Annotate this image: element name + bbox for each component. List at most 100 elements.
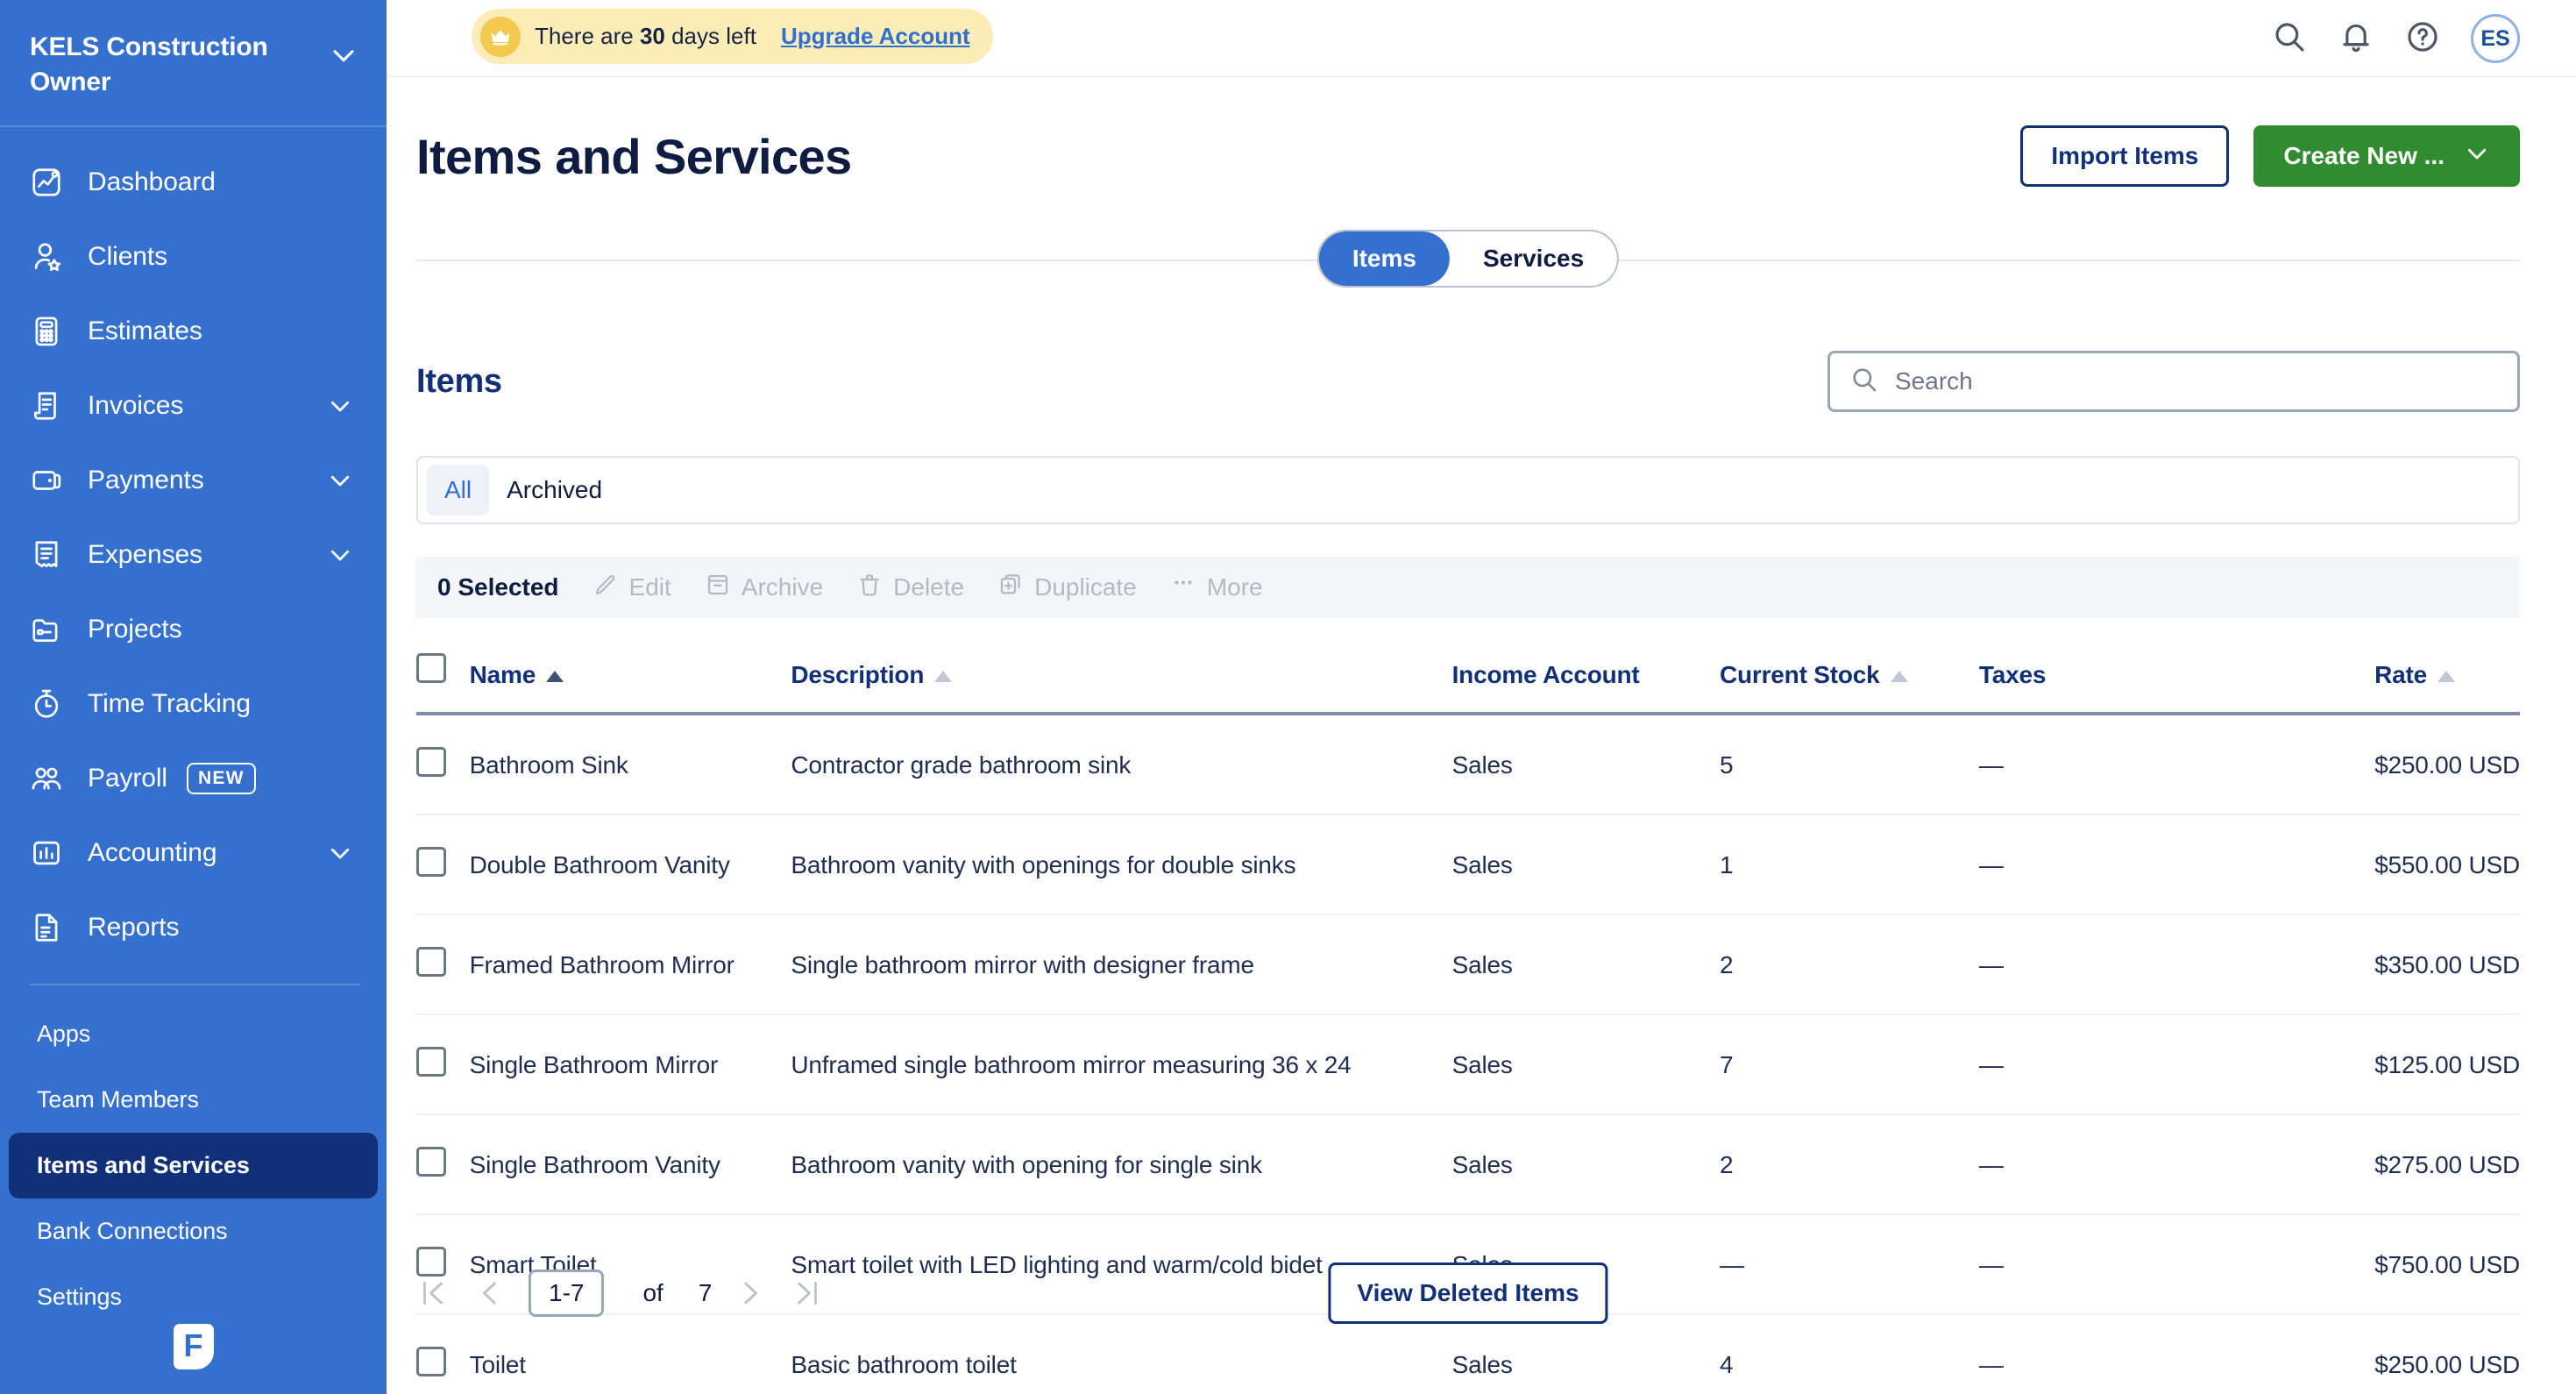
cell-taxes: — [1978, 1114, 2375, 1215]
sidebar-item-dashboard[interactable]: Dashboard [0, 145, 387, 219]
sidebar-item-apps[interactable]: Apps [9, 1001, 378, 1067]
sidebar-item-clients[interactable]: Clients [0, 219, 387, 294]
trial-prefix: There are [535, 23, 640, 49]
chevron-down-icon[interactable] [329, 40, 358, 70]
row-checkbox[interactable] [416, 1047, 446, 1077]
sidebar-item-reports[interactable]: Reports [0, 890, 387, 964]
sidebar-item-time-tracking[interactable]: Time Tracking [0, 666, 387, 741]
delete-action[interactable]: Delete [856, 572, 964, 604]
column-header-income-account[interactable]: Income Account [1451, 653, 1720, 715]
edit-action[interactable]: Edit [593, 572, 671, 604]
row-checkbox[interactable] [416, 1147, 446, 1177]
table-row[interactable]: Toilet Basic bathroom toilet Sales 4 — $… [416, 1314, 2520, 1394]
tab-items[interactable]: Items [1318, 231, 1450, 286]
row-checkbox[interactable] [416, 847, 446, 877]
help-icon[interactable] [2404, 18, 2441, 60]
column-header-description[interactable]: Description [791, 653, 1452, 715]
column-label: Name [469, 661, 536, 688]
sort-ascending-icon [1890, 671, 1908, 683]
invoices-icon [30, 389, 68, 423]
sidebar-item-team-members[interactable]: Team Members [9, 1067, 378, 1133]
chevron-down-icon[interactable] [327, 542, 353, 568]
view-deleted-items-button[interactable]: View Deleted Items [1328, 1262, 1608, 1324]
tab-services[interactable]: Services [1450, 231, 1617, 286]
sort-ascending-icon [2437, 671, 2455, 683]
table-row[interactable]: Double Bathroom Vanity Bathroom vanity w… [416, 814, 2520, 915]
row-checkbox[interactable] [416, 1347, 446, 1376]
sidebar-item-settings[interactable]: Settings [9, 1264, 378, 1330]
sidebar-item-bank-connections[interactable]: Bank Connections [9, 1198, 378, 1264]
row-select-cell [416, 1314, 470, 1394]
avatar[interactable]: ES [2471, 14, 2520, 63]
column-header-name[interactable]: Name [469, 653, 791, 715]
crown-icon [480, 16, 521, 57]
sidebar-item-estimates[interactable]: Estimates [0, 294, 387, 368]
trash-icon [856, 572, 883, 604]
payments-icon [30, 464, 68, 497]
sidebar-item-accounting[interactable]: Accounting [0, 815, 387, 890]
items-services-toggle: Items Services [1316, 230, 1620, 288]
create-new-label: Create New ... [2283, 142, 2445, 169]
page-header: Items and Services Import Items Create N… [387, 77, 2576, 187]
ellipsis-icon [1170, 572, 1196, 604]
archive-action[interactable]: Archive [705, 572, 823, 604]
chevron-down-icon[interactable] [327, 393, 353, 419]
page-first-icon[interactable] [416, 1277, 450, 1310]
column-header-current-stock[interactable]: Current Stock [1719, 653, 1979, 715]
search-input[interactable] [1895, 367, 2498, 395]
accounting-icon [30, 836, 68, 870]
sidebar-item-expenses[interactable]: Expenses [0, 517, 387, 592]
chevron-down-icon[interactable] [327, 467, 353, 494]
search-icon[interactable] [2271, 18, 2308, 60]
page-range-select[interactable]: 1-7 [529, 1270, 605, 1317]
page-last-icon[interactable] [791, 1277, 824, 1310]
row-checkbox[interactable] [416, 747, 446, 777]
cell-description: Single bathroom mirror with designer fra… [791, 914, 1452, 1015]
chevron-right-icon[interactable] [734, 1277, 768, 1310]
cell-income-account: Sales [1451, 1114, 1720, 1215]
sidebar-item-invoices[interactable]: Invoices [0, 368, 387, 443]
column-label: Income Account [1451, 661, 1640, 688]
duplicate-action[interactable]: Duplicate [997, 572, 1137, 604]
row-select-cell [416, 1014, 470, 1115]
sidebar-nav-main: Dashboard Clients Estimates Invoices Pay… [0, 127, 387, 964]
cell-income-account: Sales [1451, 914, 1720, 1015]
column-header-taxes[interactable]: Taxes [1978, 653, 2375, 715]
sidebar-item-label: Accounting [88, 837, 217, 867]
table-row[interactable]: Bathroom Sink Contractor grade bathroom … [416, 714, 2520, 815]
create-new-button[interactable]: Create New ... [2253, 125, 2520, 187]
bell-icon[interactable] [2338, 18, 2374, 60]
row-checkbox[interactable] [416, 947, 446, 977]
more-action[interactable]: More [1170, 572, 1263, 604]
sidebar-item-label: Estimates [88, 316, 202, 345]
section-header: Items [416, 351, 2520, 412]
org-switcher[interactable]: KELS Construction Owner [0, 0, 387, 128]
column-header-rate[interactable]: Rate [2374, 653, 2520, 715]
cell-rate: $350.00 USD [2374, 914, 2520, 1015]
row-select-cell [416, 914, 470, 1015]
filter-archived[interactable]: Archived [489, 465, 620, 516]
upgrade-account-link[interactable]: Upgrade Account [781, 23, 970, 50]
org-name: KELS Construction [30, 32, 268, 61]
select-all-checkbox[interactable] [416, 653, 446, 683]
chevron-down-icon[interactable] [327, 840, 353, 866]
chevron-left-icon[interactable] [472, 1277, 506, 1310]
sidebar-item-items-and-services[interactable]: Items and Services [9, 1133, 378, 1199]
sidebar-item-payments[interactable]: Payments [0, 443, 387, 517]
sidebar-item-label: Payroll [88, 763, 167, 793]
sidebar-item-projects[interactable]: Projects [0, 592, 387, 666]
table-row[interactable]: Single Bathroom Vanity Bathroom vanity w… [416, 1114, 2520, 1215]
expenses-icon [30, 538, 68, 572]
cell-name: Single Bathroom Mirror [469, 1014, 791, 1115]
cell-rate: $125.00 USD [2374, 1014, 2520, 1115]
import-items-button[interactable]: Import Items [2020, 125, 2230, 187]
sidebar-item-payroll[interactable]: Payroll NEW [0, 741, 387, 815]
freshbooks-logo-icon: F [173, 1324, 214, 1369]
page-header-actions: Import Items Create New ... [2020, 125, 2520, 187]
filter-all[interactable]: All [427, 465, 490, 516]
table-row[interactable]: Framed Bathroom Mirror Single bathroom m… [416, 914, 2520, 1015]
table-row[interactable]: Single Bathroom Mirror Unframed single b… [416, 1014, 2520, 1115]
org-role: Owner [30, 67, 111, 96]
search-box[interactable] [1827, 351, 2520, 412]
table-header-row: Name Description Income Account Current … [416, 653, 2520, 715]
